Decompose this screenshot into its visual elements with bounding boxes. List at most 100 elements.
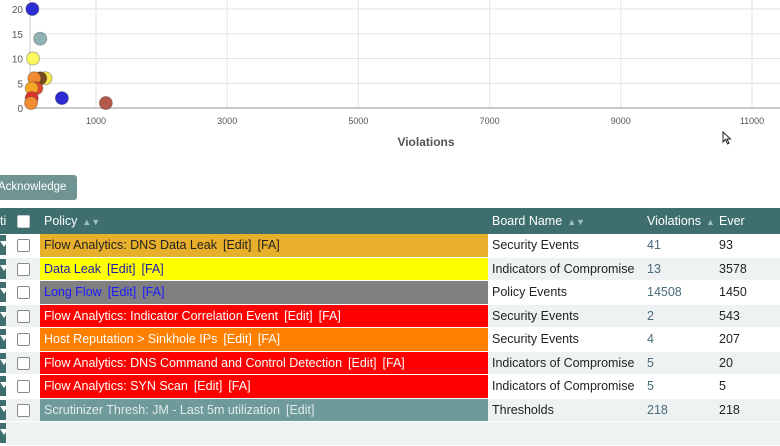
row-status-cell[interactable] [0,234,6,258]
policy-name-link[interactable]: Host Reputation > Sinkhole IPs [44,332,217,346]
x-tick-label: 5000 [348,116,368,126]
x-tick-label: 11000 [740,116,764,126]
scatter-point [98,96,113,111]
board-name-cell: Indicators of Compromise [488,374,643,399]
fa-link[interactable]: [FA] [258,238,280,252]
policy-name-link[interactable]: Scrutinizer Thresh: JM - Last 5m utiliza… [44,403,280,417]
status-dropdown-icon[interactable] [0,282,6,303]
edit-link[interactable]: [Edit] [348,356,377,370]
select-all-checkbox[interactable] [16,215,30,229]
violations-cell[interactable]: 5 [643,351,715,375]
x-tick-label: 9000 [611,116,631,126]
header-violations[interactable]: Violations▲▼ [643,208,715,234]
x-tick-label: 1000 [86,116,106,126]
violations-cell[interactable]: 2 [643,304,715,328]
fa-link[interactable]: [FA] [228,379,250,393]
row-status-cell[interactable] [0,374,6,399]
policy-name-link[interactable]: Flow Analytics: Indicator Correlation Ev… [44,309,278,323]
edit-link[interactable]: [Edit] [108,285,137,299]
status-dropdown-icon[interactable] [0,423,6,444]
scatter-point [54,91,69,106]
policy-name-link[interactable]: Long Flow [44,285,102,299]
header-policy[interactable]: Policy ▲▼ [40,208,488,234]
mouse-cursor-icon [722,131,732,145]
policy-cell: Flow Analytics: Indicator Correlation Ev… [40,304,488,328]
fa-link[interactable]: [FA] [141,262,163,276]
row-checkbox[interactable] [16,286,30,300]
table-row[interactable] [0,421,780,446]
row-checkbox-cell [6,327,40,352]
scatter-point [25,2,40,16]
status-dropdown-icon[interactable] [0,399,6,420]
edit-link[interactable]: [Edit] [284,309,313,323]
table-row[interactable]: Flow Analytics: SYN Scan [Edit] [FA] Indica… [0,374,780,399]
table-row[interactable]: Flow Analytics: DNS Data Leak [Edit] [FA] S… [0,234,780,258]
row-checkbox[interactable] [16,333,30,347]
table-row[interactable]: Scrutinizer Thresh: JM - Last 5m utiliza… [0,398,780,422]
header-events[interactable]: Ever [715,208,780,234]
table-row[interactable]: Flow Analytics: DNS Command and Control … [0,351,780,375]
row-checkbox[interactable] [16,403,30,417]
row-cell [6,421,780,446]
edit-link[interactable]: [Edit] [194,379,223,393]
fa-link[interactable]: [FA] [383,356,405,370]
header-board-name[interactable]: Board Name ▲▼ [488,208,643,234]
events-cell: 3578 [715,257,780,281]
fa-link[interactable]: [FA] [142,285,164,299]
table-row[interactable]: Host Reputation > Sinkhole IPs [Edit] [FA]… [0,327,780,352]
events-cell: 543 [715,304,780,328]
status-dropdown-icon[interactable] [0,305,6,326]
row-status-cell[interactable] [0,351,6,375]
row-status-cell[interactable] [0,421,6,446]
edit-link[interactable]: [Edit] [223,332,252,346]
row-status-cell[interactable] [0,257,6,281]
x-tick-label: 3000 [217,116,237,126]
violations-cell[interactable]: 218 [643,398,715,422]
table-row[interactable]: Long Flow [Edit] [FA] Policy Events 14508 145… [0,280,780,305]
edit-link[interactable]: [Edit] [286,403,315,417]
fa-link[interactable]: [FA] [258,332,280,346]
events-cell: 20 [715,351,780,375]
edit-link[interactable]: [Edit] [107,262,136,276]
status-dropdown-icon[interactable] [0,258,6,279]
fa-link[interactable]: [FA] [319,309,341,323]
violations-cell[interactable]: 14508 [643,280,715,305]
row-checkbox-cell [6,304,40,328]
policy-cell: Flow Analytics: SYN Scan [Edit] [FA] [40,374,488,399]
board-name-cell: Indicators of Compromise [488,351,643,375]
violations-cell[interactable]: 13 [643,257,715,281]
table-row[interactable]: Data Leak [Edit] [FA] Indicators of Comprom… [0,257,780,281]
sort-icon: ▲▼ [705,217,715,227]
x-axis-label: Violations [397,135,454,149]
row-status-cell[interactable] [0,280,6,305]
row-checkbox[interactable] [16,239,30,253]
events-cell: 1450 [715,280,780,305]
status-dropdown-icon[interactable] [0,376,6,397]
policy-name-link[interactable]: Flow Analytics: DNS Command and Control … [44,356,342,370]
row-status-cell[interactable] [0,304,6,328]
row-checkbox[interactable] [16,380,30,394]
row-checkbox[interactable] [16,356,30,370]
y-tick-label: 10 [12,55,24,66]
scatter-point [24,96,39,111]
acknowledge-button[interactable]: Acknowledge [0,175,77,200]
sort-icon: ▲▼ [82,217,101,227]
status-dropdown-icon[interactable] [0,235,6,256]
table-row[interactable]: Flow Analytics: Indicator Correlation Ev… [0,304,780,328]
y-tick-label: 0 [17,104,23,115]
policy-name-link[interactable]: Flow Analytics: SYN Scan [44,379,188,393]
row-status-cell[interactable] [0,398,6,422]
status-dropdown-icon[interactable] [0,352,6,373]
policy-name-link[interactable]: Data Leak [44,262,101,276]
header-select-all[interactable] [6,208,40,234]
row-checkbox[interactable] [16,262,30,276]
violations-cell[interactable]: 4 [643,327,715,352]
status-dropdown-icon[interactable] [0,329,6,350]
violations-cell[interactable]: 5 [643,374,715,399]
policy-cell: Scrutinizer Thresh: JM - Last 5m utiliza… [40,398,488,422]
row-checkbox[interactable] [16,309,30,323]
policy-name-link[interactable]: Flow Analytics: DNS Data Leak [44,238,217,252]
edit-link[interactable]: [Edit] [223,238,252,252]
row-status-cell[interactable] [0,327,6,352]
violations-cell[interactable]: 41 [643,234,715,258]
